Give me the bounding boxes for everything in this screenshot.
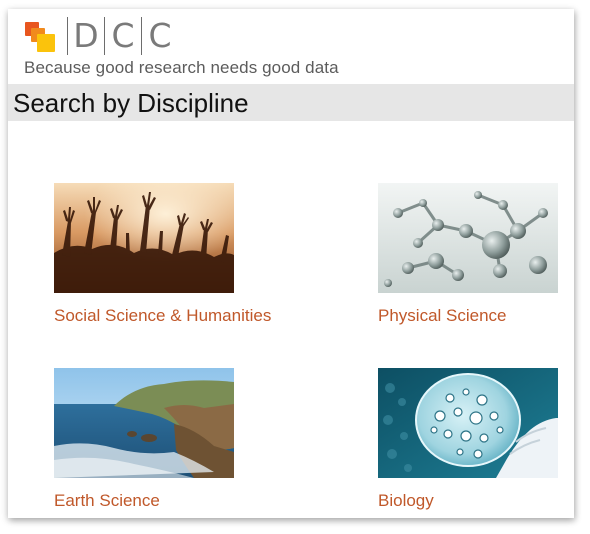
site-tagline: Because good research needs good data — [24, 58, 339, 77]
discipline-card-earth-science[interactable]: Earth Science — [54, 368, 294, 511]
discipline-card-social-science[interactable]: Social Science & Humanities — [54, 183, 294, 326]
discipline-label[interactable]: Physical Science — [378, 306, 574, 326]
site-header: D C C Because good research needs good d… — [8, 9, 574, 84]
title-bar: Search by Discipline — [8, 84, 574, 121]
crowd-hands-image[interactable] — [54, 183, 234, 293]
logo-letter-c: C — [111, 16, 135, 55]
discipline-label[interactable]: Earth Science — [54, 491, 294, 511]
discipline-label[interactable]: Social Science & Humanities — [54, 306, 294, 326]
coastline-image[interactable] — [54, 368, 234, 478]
page-container: D C C Because good research needs good d… — [8, 9, 574, 518]
logo-letter-d: D — [73, 16, 99, 55]
dcc-logo-mark-icon — [24, 19, 58, 53]
discipline-label[interactable]: Biology — [378, 491, 574, 511]
logo-letter-c: C — [148, 16, 172, 55]
discipline-card-physical-science[interactable]: Physical Science — [378, 183, 574, 326]
petri-dish-image[interactable] — [378, 368, 558, 478]
molecules-image[interactable] — [378, 183, 558, 293]
dcc-logo-wordmark: D C C — [67, 17, 178, 55]
page-title: Search by Discipline — [13, 88, 249, 118]
discipline-card-biology[interactable]: Biology — [378, 368, 574, 511]
dcc-logo[interactable]: D C C — [24, 17, 178, 55]
